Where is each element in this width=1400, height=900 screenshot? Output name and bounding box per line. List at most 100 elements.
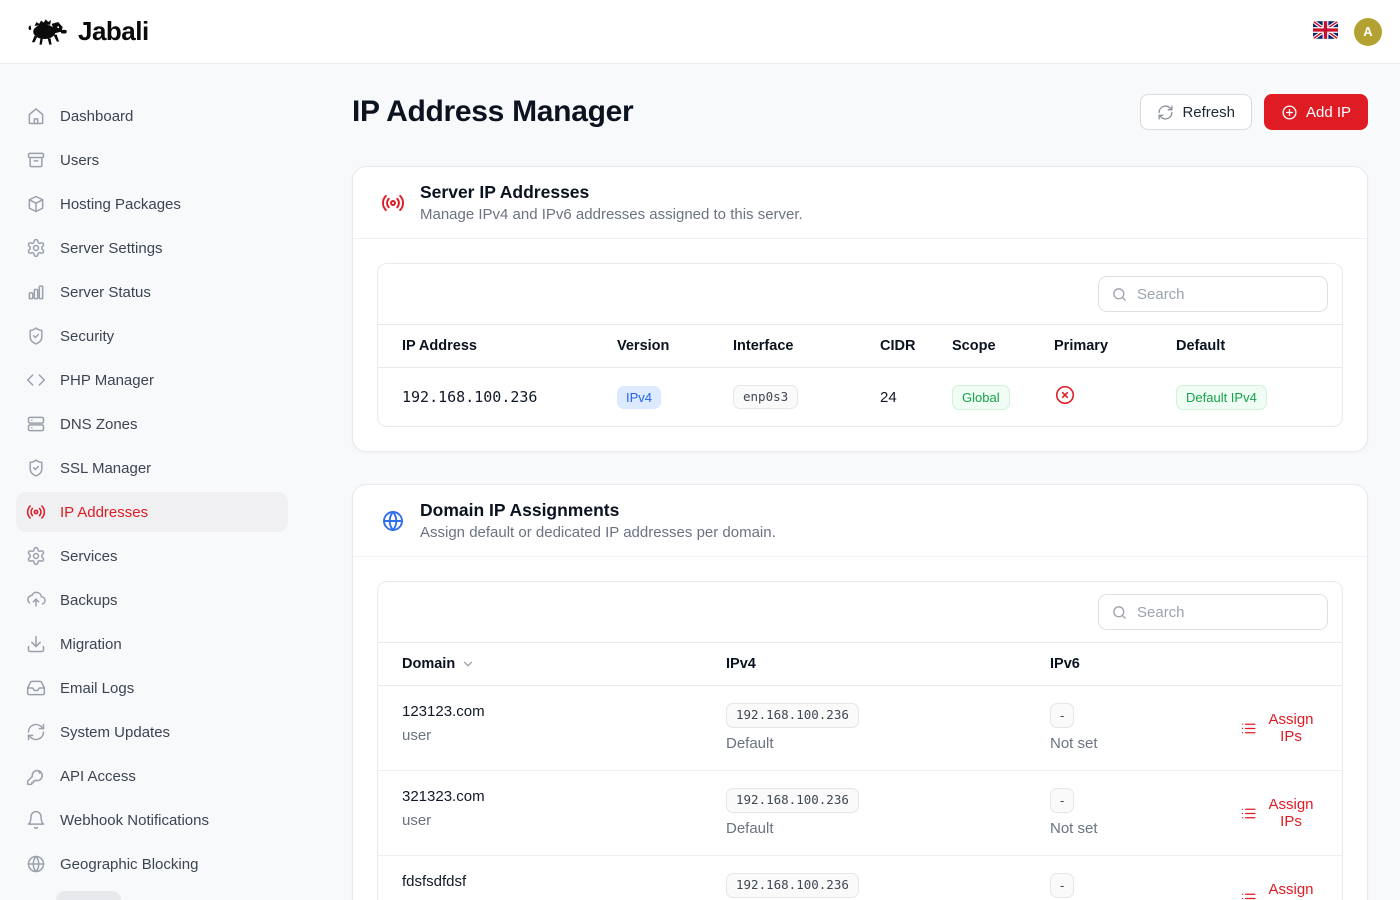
domain-ip-card: Domain IP Assignments Assign default or … xyxy=(352,484,1368,900)
server-ip-search-input[interactable] xyxy=(1137,286,1315,303)
refresh-icon xyxy=(1157,104,1174,121)
topbar-actions: A xyxy=(1313,18,1382,46)
assign-ips-label: Assign IPs xyxy=(1264,796,1318,830)
ipv6-label: Not set xyxy=(1050,735,1216,753)
sidebar-item-dashboard[interactable]: Dashboard xyxy=(16,96,288,136)
home-icon xyxy=(26,106,46,126)
ipv6-badge: - xyxy=(1050,873,1074,898)
sidebar-item-label: Users xyxy=(60,152,99,169)
list-icon xyxy=(1240,890,1257,900)
shield-icon xyxy=(26,458,46,478)
user-avatar[interactable]: A xyxy=(1354,18,1382,46)
sidebar-item-users[interactable]: Users xyxy=(16,140,288,180)
shield-icon xyxy=(26,326,46,346)
assign-ips-button[interactable]: Assign IPs xyxy=(1240,711,1318,745)
refresh-label: Refresh xyxy=(1182,104,1235,121)
globe-icon xyxy=(381,509,405,533)
domain-name: 123123.com xyxy=(402,703,702,720)
download-icon xyxy=(26,634,46,654)
language-flag-uk-icon[interactable] xyxy=(1313,21,1338,42)
col-ip-address: IP Address xyxy=(378,325,607,368)
ipv4-badge: 192.168.100.236 xyxy=(726,873,859,898)
sidebar-item-geographic-blocking[interactable]: Geographic Blocking xyxy=(16,844,288,884)
server-ip-table: IP Address Version Interface CIDR Scope … xyxy=(377,263,1343,427)
assign-ips-label: Assign IPs xyxy=(1264,711,1318,745)
card-title: Server IP Addresses xyxy=(420,182,803,203)
sidebar-item-ip-addresses[interactable]: IP Addresses xyxy=(16,492,288,532)
domain-row: 321323.comuser192.168.100.236Default-Not… xyxy=(378,771,1342,856)
sidebar-item-services[interactable]: Services xyxy=(16,536,288,576)
app-root: Jabali A DashboardUsersHosting xyxy=(0,0,1400,900)
col-scope: Scope xyxy=(942,325,1044,368)
domain-row: fdsfsdfdsf 192.168.100.236 - Assign IPs xyxy=(378,856,1342,900)
add-ip-button[interactable]: Add IP xyxy=(1264,94,1368,130)
chevron-down-icon xyxy=(461,657,475,671)
sidebar-item-email-logs[interactable]: Email Logs xyxy=(16,668,288,708)
sidebar-item-label: DNS Zones xyxy=(60,416,138,433)
domain-search[interactable] xyxy=(1098,594,1328,630)
domain-name: 321323.com xyxy=(402,788,702,805)
sidebar-item-webhook-notifications[interactable]: Webhook Notifications xyxy=(16,800,288,840)
key-icon xyxy=(26,766,46,786)
package-icon xyxy=(26,194,46,214)
sidebar-item-system-updates[interactable]: System Updates xyxy=(16,712,288,752)
card-description: Assign default or dedicated IP addresses… xyxy=(420,524,776,541)
col-cidr: CIDR xyxy=(870,325,942,368)
col-ipv4: IPv4 xyxy=(702,643,1026,686)
page-title: IP Address Manager xyxy=(352,95,633,129)
sidebar-item-server-settings[interactable]: Server Settings xyxy=(16,228,288,268)
col-actions xyxy=(1216,643,1342,686)
sidebar-item-php-manager[interactable]: PHP Manager xyxy=(16,360,288,400)
sidebar-item-api-access[interactable]: API Access xyxy=(16,756,288,796)
refresh-button[interactable]: Refresh xyxy=(1140,94,1252,130)
assign-ips-label: Assign IPs xyxy=(1264,881,1318,900)
ipv4-badge: 192.168.100.236 xyxy=(726,703,859,728)
archive-icon xyxy=(26,150,46,170)
domain-ip-card-header: Domain IP Assignments Assign default or … xyxy=(353,485,1367,557)
sidebar: Dashboard Users Hosting Packages Server Set… xyxy=(0,64,304,900)
sidebar-item-hosting-packages[interactable]: Hosting Packages xyxy=(16,184,288,224)
add-ip-label: Add IP xyxy=(1306,104,1351,121)
sidebar-item-label: Webhook Notifications xyxy=(60,812,209,829)
domain-search-input[interactable] xyxy=(1137,604,1315,621)
domain-row: 123123.comuser192.168.100.236Default-Not… xyxy=(378,686,1342,771)
sidebar-item-dns-zones[interactable]: DNS Zones xyxy=(16,404,288,444)
list-icon xyxy=(1240,720,1257,737)
ip-address-value: 192.168.100.236 xyxy=(378,368,607,427)
col-default: Default xyxy=(1166,325,1342,368)
sidebar-item-server-status[interactable]: Server Status xyxy=(16,272,288,312)
boar-logo-icon xyxy=(26,14,68,50)
sidebar-item-label: Hosting Packages xyxy=(60,196,181,213)
server-ip-card: Server IP Addresses Manage IPv4 and IPv6… xyxy=(352,166,1368,452)
cidr-value: 24 xyxy=(870,368,942,427)
page-header: IP Address Manager Refresh Add IP xyxy=(352,94,1368,130)
col-domain-sort[interactable]: Domain xyxy=(402,656,475,672)
assign-ips-button[interactable]: Assign IPs xyxy=(1240,881,1318,900)
plus-circle-icon xyxy=(1281,104,1298,121)
sidebar-item-label: Dashboard xyxy=(60,108,133,125)
sidebar-item-backups[interactable]: Backups xyxy=(16,580,288,620)
sidebar-item-label: SSL Manager xyxy=(60,460,151,477)
sidebar-item-security[interactable]: Security xyxy=(16,316,288,356)
sidebar-item-label: PHP Manager xyxy=(60,372,154,389)
page-actions: Refresh Add IP xyxy=(1140,94,1368,130)
server-icon xyxy=(26,414,46,434)
interface-badge: enp0s3 xyxy=(733,385,798,410)
ipv4-label: Default xyxy=(726,735,1026,753)
radio-icon xyxy=(381,191,405,215)
search-icon xyxy=(1111,604,1128,621)
sidebar-item-migration[interactable]: Migration xyxy=(16,624,288,664)
domain-owner: user xyxy=(402,727,702,745)
chart-icon xyxy=(26,282,46,302)
sidebar-item-ssl-manager[interactable]: SSL Manager xyxy=(16,448,288,488)
card-description: Manage IPv4 and IPv6 addresses assigned … xyxy=(420,206,803,223)
refresh-icon xyxy=(26,722,46,742)
brand[interactable]: Jabali xyxy=(26,14,149,50)
domain-name: fdsfsdfdsf xyxy=(402,873,702,890)
assign-ips-button[interactable]: Assign IPs xyxy=(1240,796,1318,830)
server-ip-search[interactable] xyxy=(1098,276,1328,312)
col-version: Version xyxy=(607,325,723,368)
ipv6-badge: - xyxy=(1050,788,1074,813)
col-primary: Primary xyxy=(1044,325,1166,368)
sidebar-item-label: Services xyxy=(60,548,118,565)
